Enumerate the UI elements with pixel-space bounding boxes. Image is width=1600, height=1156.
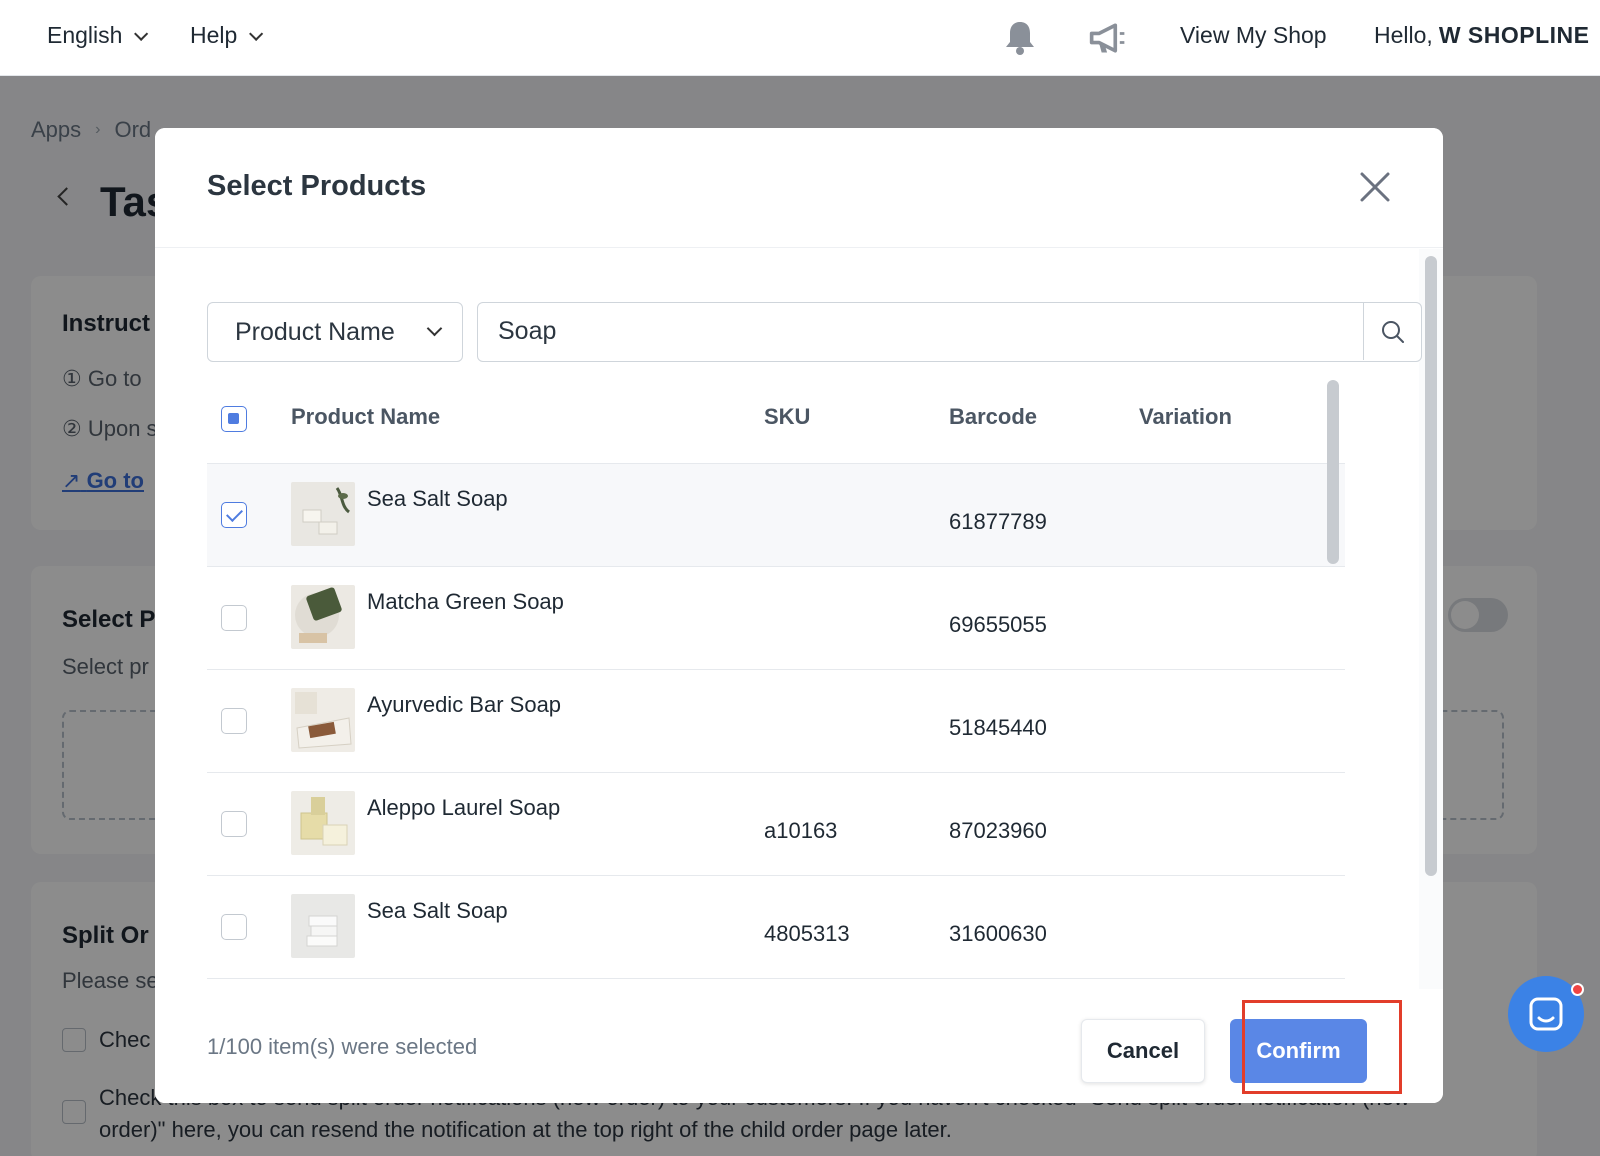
search-input[interactable] xyxy=(478,303,1308,360)
table-row[interactable]: Ayurvedic Bar Soap 51845440 xyxy=(207,670,1345,773)
table-header: Product Name SKU Barcode Variation xyxy=(207,376,1345,464)
row-checkbox[interactable] xyxy=(221,708,247,734)
product-name: Matcha Green Soap xyxy=(367,589,564,614)
table-scrollbar[interactable] xyxy=(1327,380,1339,564)
chevron-down-icon xyxy=(134,26,149,41)
help-menu[interactable]: Help xyxy=(190,22,264,49)
product-thumbnail xyxy=(291,894,355,958)
search-button[interactable] xyxy=(1363,303,1421,360)
table-row[interactable]: Aleppo Laurel Soap a10163 87023960 xyxy=(207,773,1345,876)
row-checkbox[interactable] xyxy=(221,605,247,631)
hello-prefix: Hello, xyxy=(1374,22,1433,48)
select-all-checkbox[interactable] xyxy=(221,406,247,432)
row-checkbox[interactable] xyxy=(221,811,247,837)
select-products-modal: Select Products Product Name Product Nam… xyxy=(155,128,1443,1103)
search-field-select-value: Product Name xyxy=(235,317,395,346)
column-header-variation: Variation xyxy=(1139,404,1232,429)
row-checkbox[interactable] xyxy=(221,502,247,528)
chat-icon xyxy=(1529,997,1563,1031)
product-thumbnail xyxy=(291,791,355,855)
product-thumbnail xyxy=(291,585,355,649)
product-barcode: 61877789 xyxy=(949,509,1047,534)
confirm-highlight-box xyxy=(1242,1000,1402,1094)
view-my-shop-label: View My Shop xyxy=(1180,22,1327,48)
product-barcode: 87023960 xyxy=(949,818,1047,843)
product-name: Aleppo Laurel Soap xyxy=(367,795,561,820)
column-header-sku: SKU xyxy=(764,404,811,429)
table-row[interactable]: Sea Salt Soap 61877789 xyxy=(207,464,1345,567)
search-field-select[interactable]: Product Name xyxy=(207,302,463,362)
table-row[interactable]: Sea Salt Soap 4805313 31600630 xyxy=(207,876,1345,979)
chevron-down-icon xyxy=(426,320,443,337)
product-sku: 4805313 xyxy=(764,921,850,946)
table-row[interactable]: Matcha Green Soap 69655055 xyxy=(207,567,1345,670)
product-thumbnail xyxy=(291,688,355,752)
column-header-product-name: Product Name xyxy=(291,404,441,429)
row-checkbox[interactable] xyxy=(221,914,247,940)
megaphone-icon[interactable] xyxy=(1088,18,1128,58)
selection-count: 1/100 item(s) were selected xyxy=(207,1034,478,1059)
notification-dot xyxy=(1571,983,1584,996)
cancel-button[interactable]: Cancel xyxy=(1081,1019,1205,1083)
shop-name: W SHOPLINE xyxy=(1438,22,1590,48)
view-my-shop-link[interactable]: View My Shop xyxy=(1180,22,1327,49)
chevron-down-icon xyxy=(249,26,264,41)
search-icon xyxy=(1381,320,1404,343)
product-barcode: 51845440 xyxy=(949,715,1047,740)
modal-header: Select Products xyxy=(155,128,1443,248)
top-bar: English Help View My Shop Hello, W SHOPL… xyxy=(0,0,1600,76)
user-menu[interactable]: Hello, W SHOPLINE xyxy=(1374,22,1600,49)
modal-title: Select Products xyxy=(207,170,427,202)
product-barcode: 69655055 xyxy=(949,612,1047,637)
language-label: English xyxy=(47,22,123,48)
modal-scrollbar[interactable] xyxy=(1425,256,1437,876)
product-sku: a10163 xyxy=(764,818,838,843)
search-box xyxy=(477,302,1422,362)
close-icon[interactable] xyxy=(1358,170,1392,204)
column-header-barcode: Barcode xyxy=(949,404,1038,429)
product-name: Sea Salt Soap xyxy=(367,898,508,923)
product-name: Sea Salt Soap xyxy=(367,486,508,511)
help-label: Help xyxy=(190,22,238,48)
products-table: Product Name SKU Barcode Variation Sea S… xyxy=(207,376,1345,989)
bell-icon[interactable] xyxy=(1000,18,1040,58)
product-thumbnail xyxy=(291,482,355,546)
product-name: Ayurvedic Bar Soap xyxy=(367,692,562,717)
product-barcode: 31600630 xyxy=(949,921,1047,946)
language-selector[interactable]: English xyxy=(47,22,149,49)
